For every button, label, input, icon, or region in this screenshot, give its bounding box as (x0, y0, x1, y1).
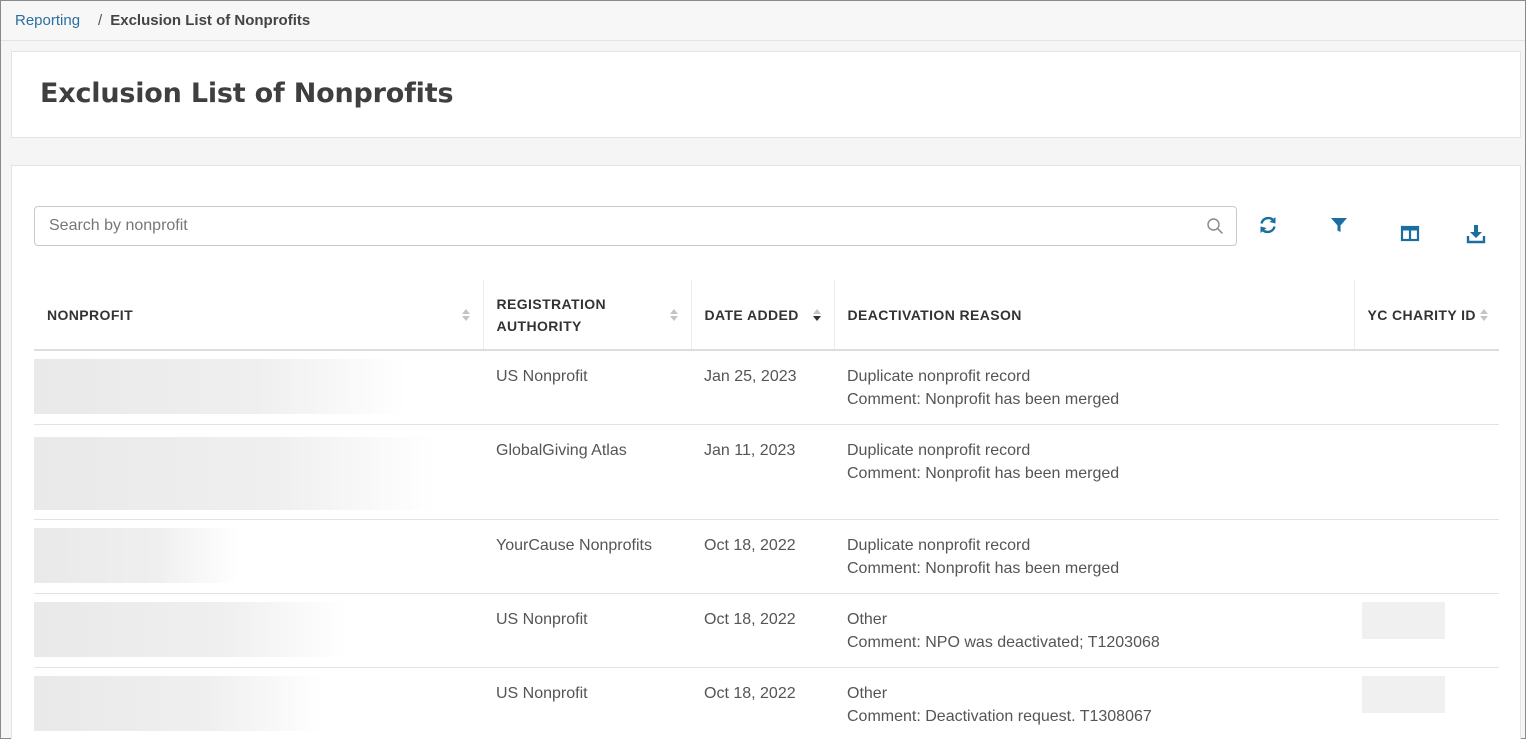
reason-cell: Other Comment: Deactivation request. T130… (834, 667, 1354, 739)
column-label-authority-line2: AUTHORITY (496, 317, 582, 334)
breadcrumb-current: Exclusion List of Nonprofits (110, 12, 311, 29)
column-label-charity-id: YC CHARITY ID (1367, 306, 1476, 323)
charity-id-cell (1354, 350, 1499, 425)
breadcrumb: Reporting / Exclusion List of Nonprofits (1, 1, 1525, 41)
sort-icon[interactable] (669, 307, 679, 323)
table-row[interactable]: US Nonprofit Jan 25, 2023 Duplicate nonp… (34, 350, 1499, 425)
column-label-deactivation-reason: DEACTIVATION REASON (847, 306, 1022, 323)
download-icon[interactable] (1465, 223, 1487, 245)
table-row[interactable]: YourCause Nonprofits Oct 18, 2022 Duplic… (34, 519, 1499, 594)
reason-text: Other (847, 684, 888, 702)
breadcrumb-link-reporting[interactable]: Reporting (15, 12, 80, 29)
authority-cell: US Nonprofit (483, 350, 691, 425)
charity-id-cell (1354, 424, 1499, 520)
charity-id-cell (1354, 519, 1499, 594)
refresh-icon[interactable] (1257, 214, 1279, 236)
filter-icon[interactable] (1328, 214, 1350, 236)
date-cell: Oct 18, 2022 (691, 593, 834, 668)
breadcrumb-separator: / (98, 12, 103, 29)
reason-text: Other (847, 610, 888, 628)
column-header-registration-authority[interactable]: REGISTRATION AUTHORITY (483, 280, 692, 351)
column-header-charity-id[interactable]: YC CHARITY ID (1354, 280, 1499, 351)
sort-icon[interactable] (461, 307, 471, 323)
page-header: Exclusion List of Nonprofits (11, 51, 1521, 138)
exclusion-table: NONPROFIT REGISTRATION AUTHORITY DATE AD… (34, 280, 1499, 739)
nonprofit-cell (34, 350, 483, 425)
column-label-date-added: DATE ADDED (704, 306, 799, 323)
date-cell: Jan 25, 2023 (691, 350, 834, 425)
reason-cell: Other Comment: NPO was deactivated; T1203… (834, 593, 1354, 668)
redacted-nonprofit-name (34, 601, 347, 657)
reason-comment: Comment: NPO was deactivated; T1203068 (847, 633, 1160, 651)
sort-icon[interactable] (1479, 307, 1489, 323)
table-row[interactable]: US Nonprofit Oct 18, 2022 Other Comment: … (34, 667, 1499, 739)
reason-comment: Comment: Nonprofit has been merged (847, 391, 1120, 408)
reason-cell: Duplicate nonprofit record Comment: Nonpr… (834, 350, 1354, 425)
charity-id-cell (1354, 667, 1499, 739)
reason-text: Duplicate nonprofit record (847, 441, 1031, 459)
redacted-nonprofit-name (34, 527, 239, 583)
authority-cell: US Nonprofit (483, 593, 691, 668)
table-row[interactable]: US Nonprofit Oct 18, 2022 Other Comment: … (34, 593, 1499, 668)
redacted-nonprofit-name (34, 675, 324, 731)
column-label-authority-line1: REGISTRATION (496, 295, 607, 312)
search-input[interactable] (35, 207, 1236, 245)
nonprofit-cell (34, 667, 483, 739)
column-label-nonprofit: NONPROFIT (47, 306, 134, 323)
column-header-nonprofit[interactable]: NONPROFIT (34, 280, 484, 351)
authority-cell: GlobalGiving Atlas (483, 424, 691, 520)
search-box (34, 206, 1237, 246)
search-icon[interactable] (1206, 217, 1224, 235)
reason-text: Duplicate nonprofit record (847, 536, 1031, 554)
authority-cell: US Nonprofit (483, 667, 691, 739)
redacted-charity-id (1362, 601, 1445, 639)
columns-icon[interactable] (1399, 223, 1421, 245)
date-cell: Jan 11, 2023 (691, 424, 834, 520)
reason-cell: Duplicate nonprofit record Comment: Nonpr… (834, 519, 1354, 594)
reason-comment: Comment: Deactivation request. T1308067 (847, 707, 1152, 725)
table-row[interactable]: GlobalGiving Atlas Jan 11, 2023 Duplicat… (34, 424, 1499, 520)
page-title: Exclusion List of Nonprofits (40, 78, 454, 109)
column-header-date-added[interactable]: DATE ADDED (691, 280, 835, 351)
nonprofit-cell (34, 593, 483, 668)
reason-text: Duplicate nonprofit record (847, 368, 1031, 385)
reason-cell: Duplicate nonprofit record Comment: Nonpr… (834, 424, 1354, 520)
sort-desc-icon[interactable] (812, 307, 822, 323)
date-cell: Oct 18, 2022 (691, 519, 834, 594)
charity-id-cell (1354, 593, 1499, 668)
reason-comment: Comment: Nonprofit has been merged (847, 559, 1120, 577)
nonprofit-cell (34, 519, 483, 594)
date-cell: Oct 18, 2022 (691, 667, 834, 739)
table-header-row: NONPROFIT REGISTRATION AUTHORITY DATE AD… (34, 280, 1499, 351)
redacted-nonprofit-name (34, 436, 436, 510)
nonprofit-cell (34, 424, 483, 520)
reason-comment: Comment: Nonprofit has been merged (847, 464, 1120, 482)
redacted-charity-id (1362, 675, 1445, 713)
column-header-deactivation-reason: DEACTIVATION REASON (834, 280, 1355, 351)
exclusion-list-panel: NONPROFIT REGISTRATION AUTHORITY DATE AD… (11, 165, 1521, 739)
redacted-nonprofit-name (34, 359, 406, 414)
authority-cell: YourCause Nonprofits (483, 519, 691, 594)
